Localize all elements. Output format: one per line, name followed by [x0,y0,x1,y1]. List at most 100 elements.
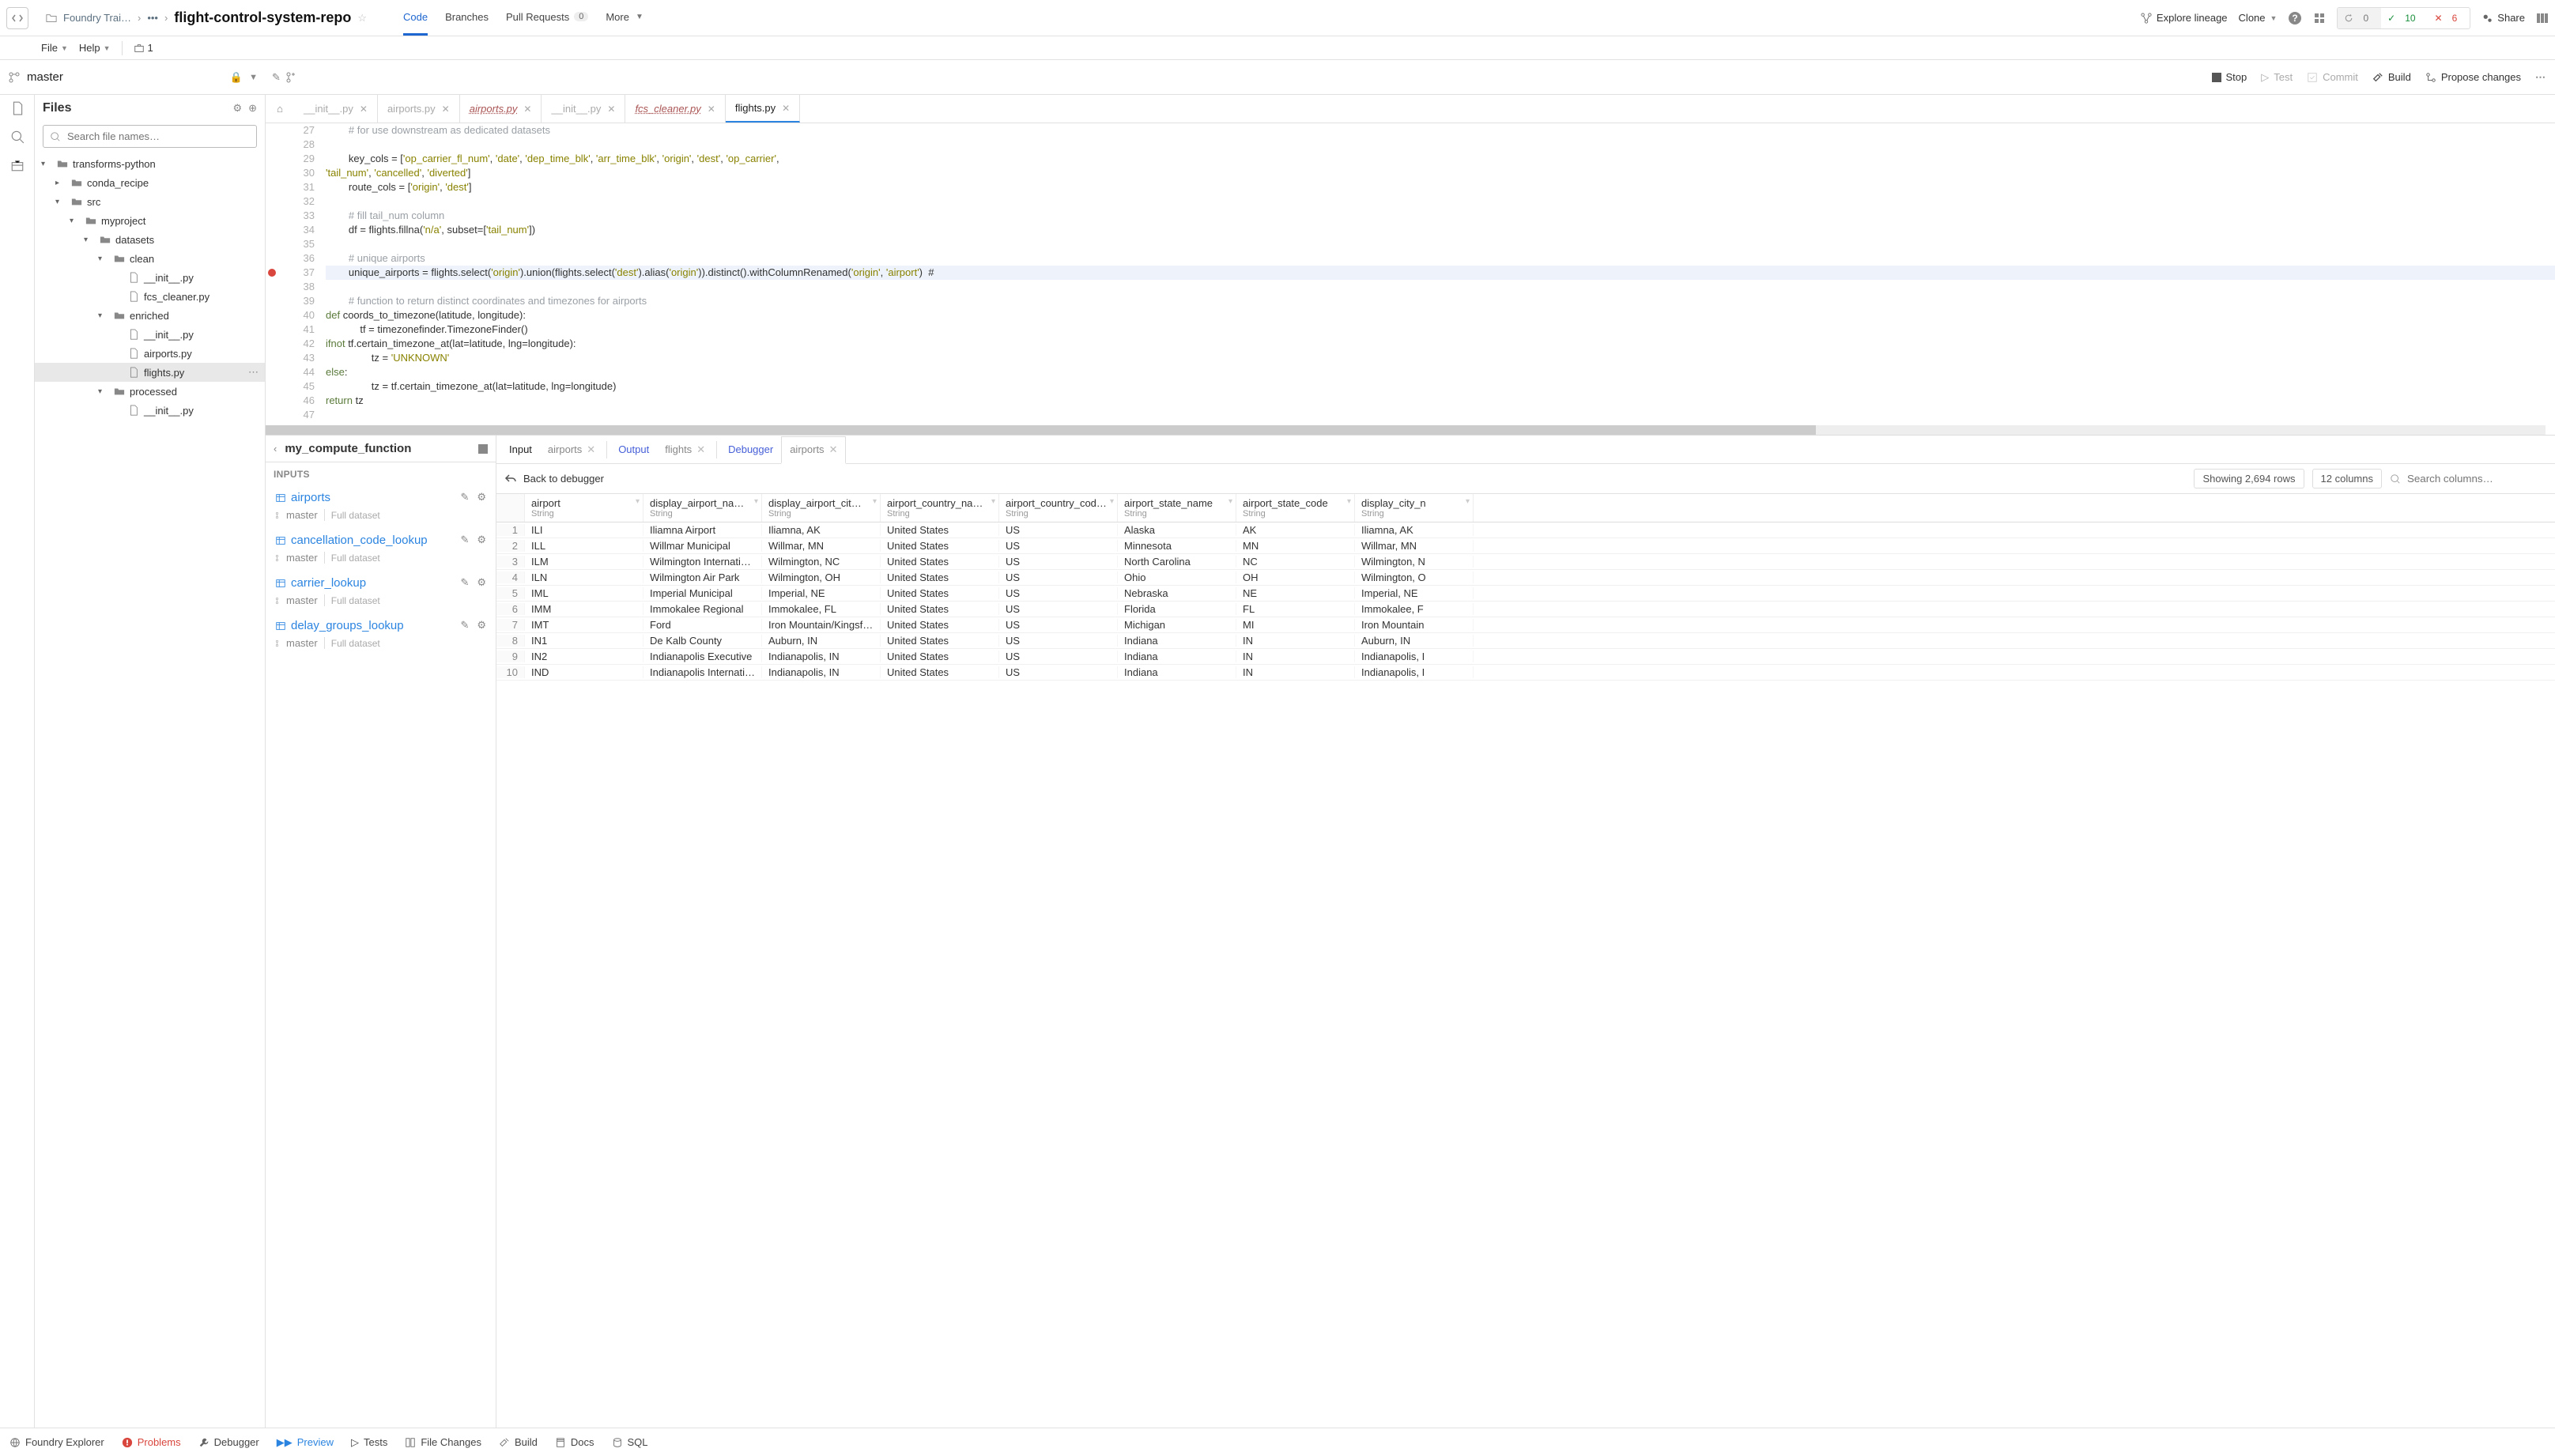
filter-icon[interactable]: ▾ [1110,497,1114,506]
more-menu-icon[interactable]: ⋯ [2535,71,2546,84]
table-row[interactable]: 9IN2Indianapolis ExecutiveIndianapolis, … [496,649,2555,665]
back-icon[interactable]: ‹ [274,443,277,455]
code-line[interactable]: return tz [326,394,2555,408]
code-line[interactable]: df = flights.fillna('n/a', subset=['tail… [326,223,2555,237]
table-row[interactable]: 6IMMImmokalee RegionalImmokalee, FLUnite… [496,602,2555,617]
editor-tab[interactable]: __init__.py✕ [294,95,378,123]
table-row[interactable]: 5IMLImperial MunicipalImperial, NEUnited… [496,586,2555,602]
filter-icon[interactable]: ▾ [754,497,758,506]
filter-icon[interactable]: ▾ [636,497,640,506]
more-icon[interactable]: ⋯ [248,366,259,379]
tree-file[interactable]: __init__.py [35,325,265,344]
filter-icon[interactable]: ▾ [1228,497,1232,506]
breadcrumb-root[interactable]: Foundry Trai… [63,12,131,24]
output-tab[interactable]: flights✕ [657,436,713,463]
table-row[interactable]: 2ILLWillmar MunicipalWillmar, MNUnited S… [496,538,2555,554]
table-row[interactable]: 3ILMWilmington InternationalWilmington, … [496,554,2555,570]
tree-folder[interactable]: ▾datasets [35,230,265,249]
file-changes-button[interactable]: File Changes [405,1436,481,1448]
test-button[interactable]: ▷Test [2261,71,2293,84]
gear-icon[interactable]: ⚙ [477,534,486,546]
input-card[interactable]: airports masterFull dataset ✎⚙ [266,486,496,529]
keyboard-icon[interactable] [2313,12,2326,25]
tree-file[interactable]: fcs_cleaner.py [35,287,265,306]
close-icon[interactable]: ✕ [696,443,705,456]
debugger-tab[interactable]: airports✕ [781,436,846,464]
help-icon[interactable]: ? [2288,11,2302,25]
filter-icon[interactable]: ▾ [873,497,877,506]
column-header[interactable]: airportString▾ [525,494,643,522]
filter-icon[interactable]: ▾ [991,497,995,506]
propose-changes-button[interactable]: Propose changes [2425,71,2521,83]
code-line[interactable]: # for use downstream as dedicated datase… [326,123,2555,138]
code-line[interactable] [326,280,2555,294]
close-icon[interactable]: ✕ [829,443,838,456]
code-line[interactable]: else: [326,365,2555,379]
share-button[interactable]: Share [2481,12,2525,24]
problems-button[interactable]: Problems [122,1436,181,1448]
close-icon[interactable]: ✕ [523,104,531,115]
tree-folder[interactable]: ▾myproject [35,211,265,230]
stop-icon[interactable] [478,444,488,454]
table-row[interactable]: 4ILNWilmington Air ParkWilmington, OHUni… [496,570,2555,586]
star-icon[interactable]: ☆ [357,12,367,25]
edit-icon[interactable]: ✎ [460,491,469,504]
gear-icon[interactable]: ⚙ [477,491,486,504]
editor-tab[interactable]: fcs_cleaner.py✕ [625,95,725,123]
explore-lineage-button[interactable]: Explore lineage [2141,12,2228,24]
close-icon[interactable]: ✕ [708,104,715,115]
column-header[interactable]: display_city_nString▾ [1355,494,1474,522]
code-line[interactable]: tz = 'UNKNOWN' [326,351,2555,365]
code-line[interactable]: tf = timezonefinder.TimezoneFinder() [326,323,2555,337]
code-line[interactable]: # fill tail_num column [326,209,2555,223]
edit-icon[interactable]: ✎ [272,71,281,84]
column-header[interactable]: airport_country_na…String▾ [881,494,999,522]
edit-icon[interactable]: ✎ [460,619,469,632]
input-card[interactable]: delay_groups_lookup masterFull dataset ✎… [266,614,496,657]
code-line[interactable]: def coords_to_timezone(latitude, longitu… [326,308,2555,323]
gear-icon[interactable]: ⚙ [232,102,242,115]
code-line[interactable] [326,194,2555,209]
tree-file[interactable]: airports.py [35,344,265,363]
close-icon[interactable]: ✕ [782,103,790,114]
edit-icon[interactable]: ✎ [460,534,469,546]
files-rail-icon[interactable] [10,101,25,115]
breakpoint[interactable] [268,269,276,277]
tree-file[interactable]: __init__.py [35,401,265,420]
column-header[interactable]: display_airport_na…String▾ [643,494,762,522]
breadcrumb-mid[interactable]: ••• [147,12,158,24]
column-header[interactable]: display_airport_cit…String▾ [762,494,881,522]
tree-folder[interactable]: ▾src [35,192,265,211]
table-row[interactable]: 1ILIIliamna AirportIliamna, AKUnited Sta… [496,522,2555,538]
tree-folder[interactable]: ▾processed [35,382,265,401]
branch-dropdown[interactable]: ▼ [249,73,258,82]
column-header[interactable]: airport_country_cod…String▾ [999,494,1118,522]
close-icon[interactable]: ✕ [360,104,368,115]
reload-pill[interactable]: 0 [2338,8,2381,28]
search-rail-icon[interactable] [10,130,25,144]
code-line[interactable]: route_cols = ['origin', 'dest'] [326,180,2555,194]
tree-folder[interactable]: ▾clean [35,249,265,268]
back-to-debugger-button[interactable]: Back to debugger [504,473,604,485]
file-search-input[interactable] [43,125,257,148]
code-line[interactable]: if not tf.certain_timezone_at(lat=latitu… [326,337,2555,351]
fail-pill[interactable]: ✕ 6 [2429,8,2470,28]
build-status-button[interactable]: Build [499,1436,538,1448]
editor-tab[interactable]: airports.py✕ [460,95,542,123]
filter-icon[interactable]: ▾ [1466,497,1470,506]
code-line[interactable] [326,237,2555,251]
edit-icon[interactable]: ✎ [460,576,469,589]
table-row[interactable]: 7IMTFordIron Mountain/Kingsfd, MIUnited … [496,617,2555,633]
home-tab[interactable]: ⌂ [266,103,294,115]
editor-tab[interactable]: __init__.py✕ [542,95,625,123]
code-line[interactable]: 'tail_num', 'cancelled', 'diverted'] [326,166,2555,180]
table-row[interactable]: 8IN1De Kalb CountyAuburn, INUnited State… [496,633,2555,649]
tab-pull-requests[interactable]: Pull Requests0 [506,0,588,36]
tree-folder[interactable]: ▾enriched [35,306,265,325]
code-line[interactable]: # unique airports [326,251,2555,266]
preview-button[interactable]: ▶▶Preview [277,1436,334,1449]
sql-button[interactable]: SQL [612,1436,648,1448]
column-header[interactable]: airport_state_nameString▾ [1118,494,1236,522]
column-header[interactable]: airport_state_codeString▾ [1236,494,1355,522]
work-items[interactable]: 1 [134,42,153,54]
